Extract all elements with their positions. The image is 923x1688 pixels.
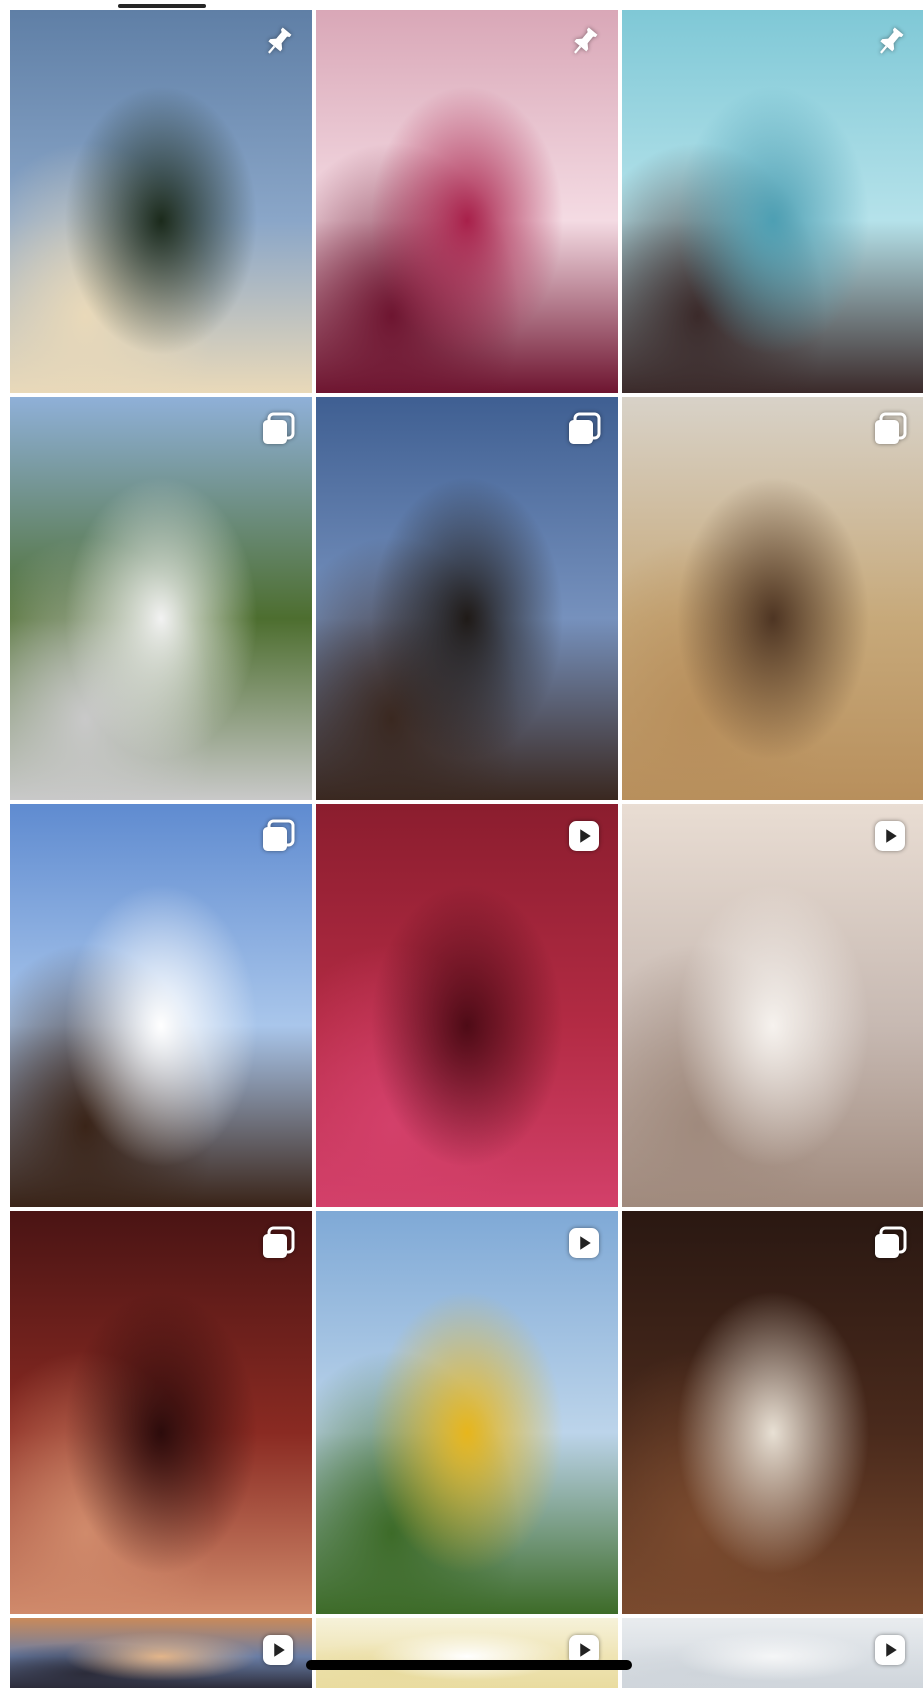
home-indicator[interactable] [306,1660,632,1670]
post-thumbnail [10,804,312,1207]
posts-grid [0,0,923,1688]
carousel-icon [258,816,298,856]
post-thumbnail [316,804,618,1207]
post-tile-sunset-bottle-sky[interactable] [10,1618,312,1688]
carousel-icon [870,1223,910,1263]
post-tile-steampunk-couple-festival[interactable] [622,397,923,800]
post-tile-flying-bottle-and-corks[interactable] [10,804,312,1207]
reel-icon [564,1223,604,1263]
post-tile-man-in-red-wine-rain[interactable] [316,804,618,1207]
reel-icon [564,816,604,856]
reel-icon [258,1630,298,1670]
post-thumbnail [316,10,618,393]
post-tile-dancer-leaping-wine-splash[interactable] [10,10,312,393]
pin-icon [870,22,910,62]
carousel-icon [258,1223,298,1263]
post-thumbnail [10,10,312,393]
post-tile-head-on-table-in-vineyard[interactable] [10,397,312,800]
carousel-icon [870,409,910,449]
post-tile-man-in-wine-fountain[interactable] [316,10,618,393]
post-tile-woman-with-wine-stream-portal[interactable] [10,1211,312,1614]
post-tile-toasting-in-sunflower-field[interactable] [316,1211,618,1614]
post-thumbnail [622,804,923,1207]
carousel-icon [564,409,604,449]
post-tile-friends-eating-spaghetti-by-sea[interactable] [622,804,923,1207]
post-tile-pale-sky[interactable] [622,1618,923,1688]
post-thumbnail [622,1211,923,1614]
post-tile-man-behind-wine-bottles[interactable] [316,397,618,800]
post-thumbnail [10,1211,312,1614]
post-tile-man-lying-among-bottles[interactable] [622,1211,923,1614]
post-thumbnail [622,397,923,800]
post-thumbnail [622,10,923,393]
reel-icon [870,816,910,856]
pin-icon [258,22,298,62]
post-tile-wine-glasses-in-pool[interactable] [622,10,923,393]
post-thumbnail [10,397,312,800]
carousel-icon [258,409,298,449]
post-tile-bright-sunlight[interactable] [316,1618,618,1688]
pin-icon [564,22,604,62]
post-thumbnail [316,1211,618,1614]
post-thumbnail [316,397,618,800]
reel-icon [870,1630,910,1670]
